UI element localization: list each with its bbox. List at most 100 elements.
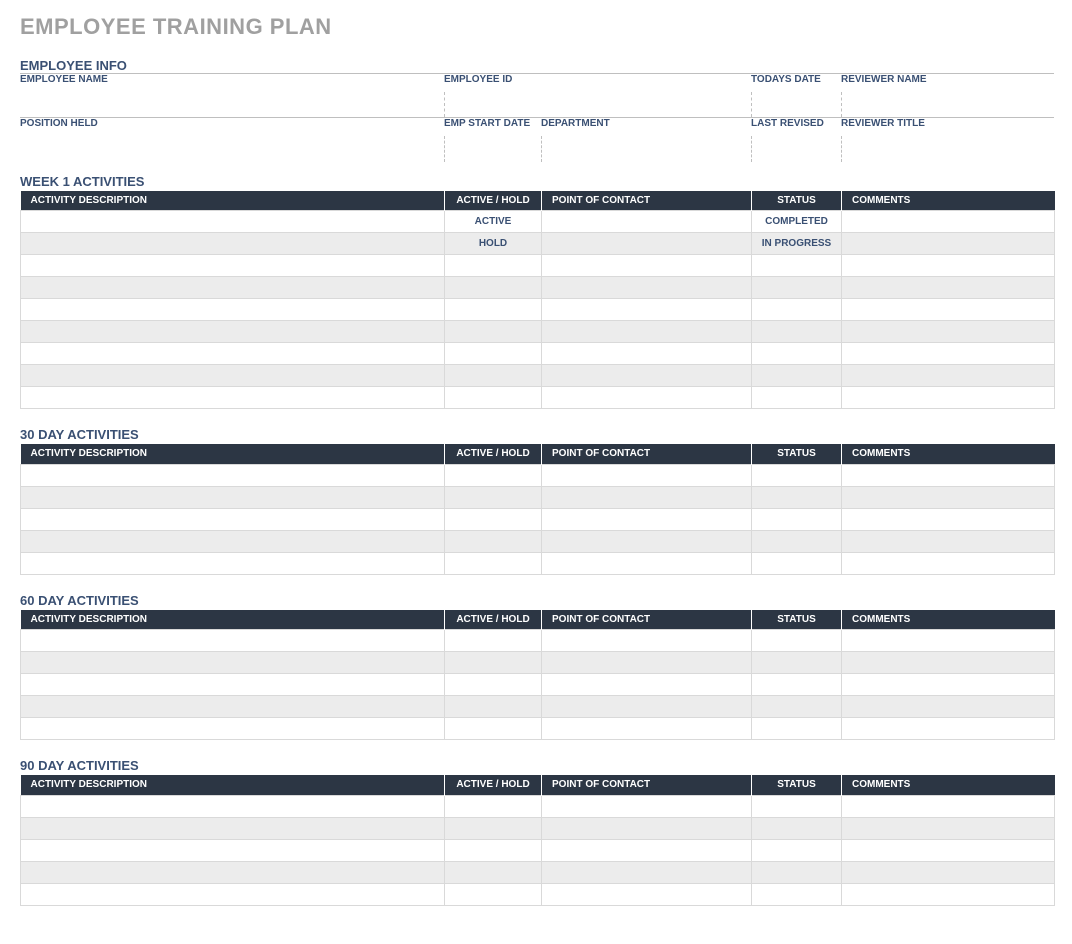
cell-status[interactable] bbox=[752, 387, 842, 409]
value-reviewer-name[interactable] bbox=[841, 92, 1054, 118]
cell-comments[interactable] bbox=[842, 817, 1055, 839]
cell-poc[interactable] bbox=[542, 321, 752, 343]
value-emp-start-date[interactable] bbox=[444, 136, 541, 162]
cell-comments[interactable] bbox=[842, 299, 1055, 321]
cell-poc[interactable] bbox=[542, 486, 752, 508]
cell-description[interactable] bbox=[21, 387, 445, 409]
cell-comments[interactable] bbox=[842, 464, 1055, 486]
cell-status[interactable] bbox=[752, 696, 842, 718]
cell-poc[interactable] bbox=[542, 630, 752, 652]
cell-status[interactable] bbox=[752, 299, 842, 321]
cell-status[interactable] bbox=[752, 508, 842, 530]
cell-poc[interactable] bbox=[542, 795, 752, 817]
cell-comments[interactable] bbox=[842, 508, 1055, 530]
cell-active_hold[interactable] bbox=[445, 508, 542, 530]
cell-comments[interactable] bbox=[842, 387, 1055, 409]
cell-description[interactable] bbox=[21, 718, 445, 740]
cell-description[interactable] bbox=[21, 233, 445, 255]
cell-description[interactable] bbox=[21, 365, 445, 387]
cell-active_hold[interactable] bbox=[445, 839, 542, 861]
cell-description[interactable] bbox=[21, 817, 445, 839]
cell-status[interactable] bbox=[752, 817, 842, 839]
cell-active_hold[interactable] bbox=[445, 387, 542, 409]
cell-description[interactable] bbox=[21, 277, 445, 299]
cell-poc[interactable] bbox=[542, 817, 752, 839]
cell-status[interactable] bbox=[752, 795, 842, 817]
cell-poc[interactable] bbox=[542, 674, 752, 696]
cell-active_hold[interactable] bbox=[445, 718, 542, 740]
cell-active_hold[interactable]: HOLD bbox=[445, 233, 542, 255]
cell-status[interactable] bbox=[752, 674, 842, 696]
value-position-held[interactable] bbox=[20, 136, 444, 162]
cell-poc[interactable] bbox=[542, 718, 752, 740]
cell-status[interactable] bbox=[752, 718, 842, 740]
cell-poc[interactable] bbox=[542, 652, 752, 674]
cell-comments[interactable] bbox=[842, 255, 1055, 277]
cell-active_hold[interactable] bbox=[445, 674, 542, 696]
cell-status[interactable] bbox=[752, 530, 842, 552]
cell-comments[interactable] bbox=[842, 233, 1055, 255]
cell-active_hold[interactable] bbox=[445, 255, 542, 277]
value-todays-date[interactable] bbox=[751, 92, 841, 118]
cell-active_hold[interactable] bbox=[445, 552, 542, 574]
cell-description[interactable] bbox=[21, 530, 445, 552]
cell-active_hold[interactable] bbox=[445, 652, 542, 674]
cell-description[interactable] bbox=[21, 795, 445, 817]
cell-active_hold[interactable] bbox=[445, 299, 542, 321]
cell-poc[interactable] bbox=[542, 530, 752, 552]
cell-comments[interactable] bbox=[842, 696, 1055, 718]
cell-comments[interactable] bbox=[842, 277, 1055, 299]
cell-active_hold[interactable] bbox=[445, 861, 542, 883]
cell-description[interactable] bbox=[21, 883, 445, 905]
cell-poc[interactable] bbox=[542, 211, 752, 233]
cell-comments[interactable] bbox=[842, 652, 1055, 674]
cell-status[interactable] bbox=[752, 652, 842, 674]
cell-active_hold[interactable] bbox=[445, 530, 542, 552]
cell-description[interactable] bbox=[21, 674, 445, 696]
cell-description[interactable] bbox=[21, 486, 445, 508]
cell-comments[interactable] bbox=[842, 343, 1055, 365]
cell-poc[interactable] bbox=[542, 277, 752, 299]
cell-status[interactable] bbox=[752, 277, 842, 299]
cell-active_hold[interactable] bbox=[445, 486, 542, 508]
cell-status[interactable] bbox=[752, 464, 842, 486]
cell-comments[interactable] bbox=[842, 365, 1055, 387]
cell-comments[interactable] bbox=[842, 718, 1055, 740]
cell-poc[interactable] bbox=[542, 508, 752, 530]
cell-comments[interactable] bbox=[842, 630, 1055, 652]
cell-description[interactable] bbox=[21, 508, 445, 530]
cell-comments[interactable] bbox=[842, 552, 1055, 574]
cell-status[interactable] bbox=[752, 255, 842, 277]
cell-poc[interactable] bbox=[542, 883, 752, 905]
cell-active_hold[interactable] bbox=[445, 277, 542, 299]
cell-active_hold[interactable] bbox=[445, 696, 542, 718]
cell-description[interactable] bbox=[21, 552, 445, 574]
cell-poc[interactable] bbox=[542, 255, 752, 277]
cell-comments[interactable] bbox=[842, 321, 1055, 343]
cell-description[interactable] bbox=[21, 211, 445, 233]
cell-description[interactable] bbox=[21, 861, 445, 883]
cell-status[interactable] bbox=[752, 486, 842, 508]
cell-comments[interactable] bbox=[842, 861, 1055, 883]
cell-active_hold[interactable] bbox=[445, 321, 542, 343]
value-reviewer-title[interactable] bbox=[841, 136, 1054, 162]
cell-poc[interactable] bbox=[542, 387, 752, 409]
cell-poc[interactable] bbox=[542, 464, 752, 486]
cell-poc[interactable] bbox=[542, 861, 752, 883]
cell-description[interactable] bbox=[21, 696, 445, 718]
value-last-revised[interactable] bbox=[751, 136, 841, 162]
cell-poc[interactable] bbox=[542, 233, 752, 255]
cell-status[interactable] bbox=[752, 630, 842, 652]
cell-poc[interactable] bbox=[542, 299, 752, 321]
cell-description[interactable] bbox=[21, 321, 445, 343]
cell-description[interactable] bbox=[21, 652, 445, 674]
value-employee-id[interactable] bbox=[444, 92, 541, 118]
cell-poc[interactable] bbox=[542, 552, 752, 574]
value-employee-name[interactable] bbox=[20, 92, 444, 118]
cell-status[interactable] bbox=[752, 883, 842, 905]
cell-poc[interactable] bbox=[542, 696, 752, 718]
cell-active_hold[interactable] bbox=[445, 883, 542, 905]
cell-status[interactable] bbox=[752, 321, 842, 343]
cell-active_hold[interactable] bbox=[445, 365, 542, 387]
cell-status[interactable] bbox=[752, 552, 842, 574]
